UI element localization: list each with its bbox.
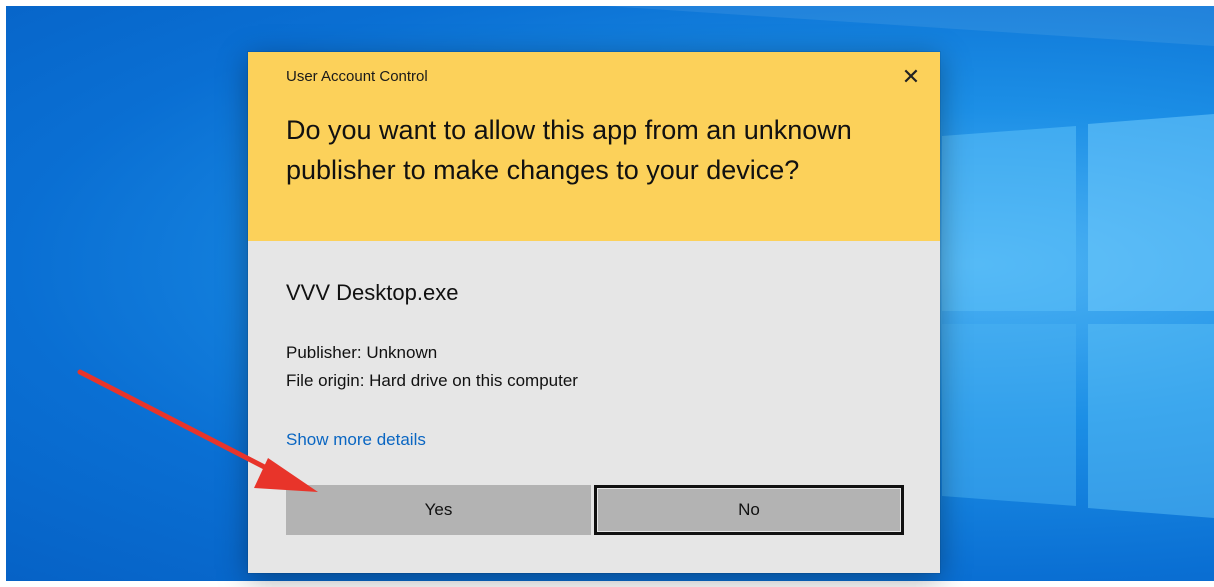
no-button[interactable]: No bbox=[594, 485, 904, 535]
close-button[interactable]: ✕ bbox=[898, 64, 924, 90]
show-more-details-link[interactable]: Show more details bbox=[286, 430, 426, 450]
file-origin-info: File origin: Hard drive on this computer bbox=[286, 371, 578, 390]
dialog-title: User Account Control bbox=[286, 68, 428, 85]
app-name: VVV Desktop.exe bbox=[286, 280, 459, 305]
uac-dialog: User Account Control ✕ Do you want to al… bbox=[248, 52, 940, 573]
dialog-question: Do you want to allow this app from an un… bbox=[286, 115, 852, 185]
yes-button[interactable]: Yes bbox=[286, 485, 591, 535]
close-icon: ✕ bbox=[901, 64, 921, 89]
uac-header: User Account Control ✕ Do you want to al… bbox=[248, 52, 940, 241]
publisher-info: Publisher: Unknown bbox=[286, 343, 438, 362]
